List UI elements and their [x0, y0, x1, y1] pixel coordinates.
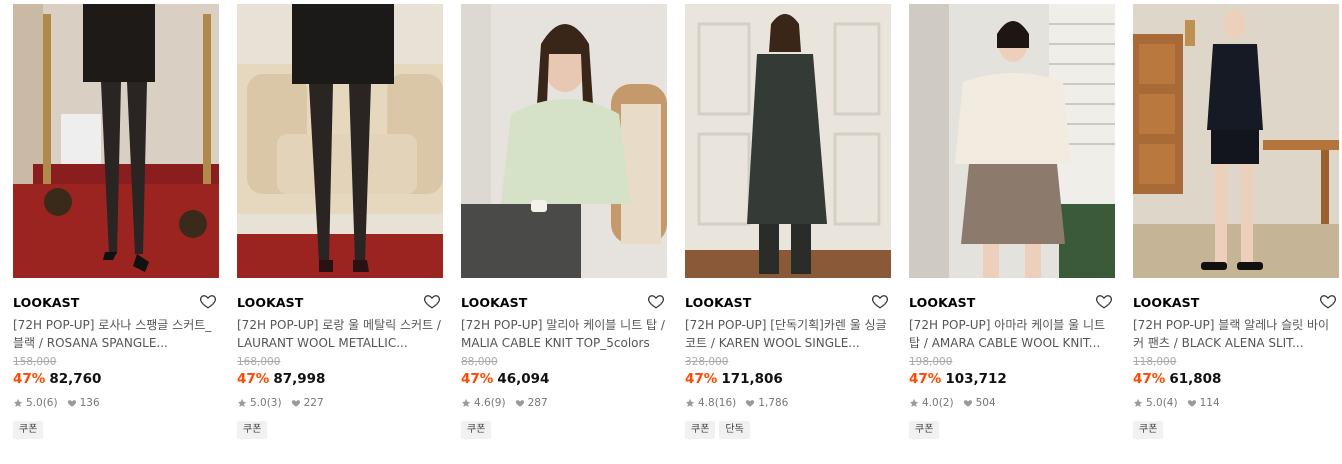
rating: 5.0	[250, 397, 267, 409]
discount-rate: 47%	[13, 371, 46, 387]
brand-name[interactable]: LOOKAST	[685, 295, 751, 310]
brand-name[interactable]: LOOKAST	[237, 295, 303, 310]
brand-name[interactable]: LOOKAST	[909, 295, 975, 310]
product-title[interactable]: [72H POP-UP] [단독기획]카렌 울 싱글 코트 / KAREN WO…	[685, 316, 891, 352]
heart-icon[interactable]	[1319, 292, 1337, 310]
star-icon	[13, 398, 23, 407]
product-image[interactable]	[1133, 4, 1339, 278]
like-count: 1,786	[758, 397, 789, 409]
review-count: (16)	[714, 397, 737, 409]
star-icon	[909, 398, 919, 407]
rating: 5.0	[26, 397, 43, 409]
original-price: 328,000	[685, 356, 729, 368]
product-image[interactable]	[909, 4, 1115, 278]
exclusive-tag: 단독	[719, 421, 750, 439]
heart-icon	[515, 400, 524, 407]
heart-icon	[67, 400, 76, 407]
discount-rate: 47%	[909, 371, 942, 387]
review-count: (2)	[938, 397, 954, 409]
discount-rate: 47%	[461, 371, 494, 387]
star-icon	[237, 398, 247, 407]
product-grid: LOOKAST [72H POP-UP] 로사나 스팽글 스커트_블랙 / RO…	[0, 0, 1342, 464]
product-card[interactable]: LOOKAST [72H POP-UP] 블랙 알레나 슬릿 바이커 팬츠 / …	[1133, 4, 1339, 439]
like-count: 114	[1199, 397, 1220, 409]
coupon-tag: 쿠폰	[13, 421, 44, 439]
product-title[interactable]: [72H POP-UP] 로사나 스팽글 스커트_블랙 / ROSANA SPA…	[13, 316, 219, 352]
like-count: 504	[975, 397, 996, 409]
star-icon	[461, 398, 471, 407]
heart-icon	[963, 400, 972, 407]
heart-icon	[291, 400, 300, 407]
sale-price: 87,998	[273, 371, 326, 387]
like-count: 287	[527, 397, 548, 409]
review-count: (4)	[1162, 397, 1178, 409]
sale-price: 171,806	[721, 371, 783, 387]
star-icon	[1133, 398, 1143, 407]
brand-name[interactable]: LOOKAST	[461, 295, 527, 310]
review-count: (3)	[266, 397, 282, 409]
heart-icon	[746, 400, 755, 407]
brand-name[interactable]: LOOKAST	[13, 295, 79, 310]
product-title[interactable]: [72H POP-UP] 아마라 케이블 울 니트 탑 / AMARA CABL…	[909, 316, 1115, 352]
like-count: 136	[79, 397, 100, 409]
product-title[interactable]: [72H POP-UP] 블랙 알레나 슬릿 바이커 팬츠 / BLACK AL…	[1133, 316, 1339, 352]
heart-icon[interactable]	[423, 292, 441, 310]
discount-rate: 47%	[1133, 371, 1166, 387]
coupon-tag: 쿠폰	[461, 421, 492, 439]
discount-rate: 47%	[237, 371, 270, 387]
original-price: 118,000	[1133, 356, 1177, 368]
product-image[interactable]	[685, 4, 891, 278]
heart-icon[interactable]	[1095, 292, 1113, 310]
heart-icon[interactable]	[199, 292, 217, 310]
rating: 4.0	[922, 397, 939, 409]
heart-icon[interactable]	[871, 292, 889, 310]
coupon-tag: 쿠폰	[685, 421, 716, 439]
original-price: 158,000	[13, 356, 57, 368]
brand-name[interactable]: LOOKAST	[1133, 295, 1199, 310]
coupon-tag: 쿠폰	[1133, 421, 1164, 439]
product-image[interactable]	[461, 4, 667, 278]
sale-price: 103,712	[945, 371, 1007, 387]
like-count: 227	[303, 397, 324, 409]
star-icon	[685, 398, 695, 407]
product-card[interactable]: LOOKAST [72H POP-UP] [단독기획]카렌 울 싱글 코트 / …	[685, 4, 891, 439]
product-image[interactable]	[237, 4, 443, 278]
product-image[interactable]	[13, 4, 219, 278]
product-card[interactable]: LOOKAST [72H POP-UP] 말리아 케이블 니트 탑 / MALI…	[461, 4, 667, 439]
review-count: (6)	[42, 397, 58, 409]
original-price: 198,000	[909, 356, 953, 368]
rating: 4.6	[474, 397, 491, 409]
product-title[interactable]: [72H POP-UP] 말리아 케이블 니트 탑 / MALIA CABLE …	[461, 316, 667, 352]
product-title[interactable]: [72H POP-UP] 로랑 울 메탈릭 스커트 / LAURANT WOOL…	[237, 316, 443, 352]
original-price: 168,000	[237, 356, 281, 368]
sale-price: 61,808	[1169, 371, 1222, 387]
coupon-tag: 쿠폰	[237, 421, 268, 439]
rating: 4.8	[698, 397, 715, 409]
heart-icon	[1187, 400, 1196, 407]
coupon-tag: 쿠폰	[909, 421, 940, 439]
discount-rate: 47%	[685, 371, 718, 387]
sale-price: 46,094	[497, 371, 550, 387]
sale-price: 82,760	[49, 371, 102, 387]
rating: 5.0	[1146, 397, 1163, 409]
review-count: (9)	[490, 397, 506, 409]
product-card[interactable]: LOOKAST [72H POP-UP] 로랑 울 메탈릭 스커트 / LAUR…	[237, 4, 443, 439]
heart-icon[interactable]	[647, 292, 665, 310]
product-card[interactable]: LOOKAST [72H POP-UP] 로사나 스팽글 스커트_블랙 / RO…	[13, 4, 219, 439]
product-card[interactable]: LOOKAST [72H POP-UP] 아마라 케이블 울 니트 탑 / AM…	[909, 4, 1115, 439]
original-price: 88,000	[461, 356, 498, 368]
